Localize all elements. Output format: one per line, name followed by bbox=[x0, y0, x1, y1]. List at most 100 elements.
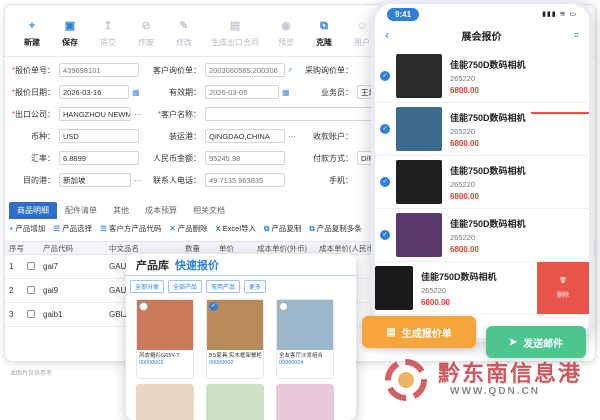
purchase-inquiry-label: 采购询价单： bbox=[305, 65, 353, 75]
scan-icon[interactable]: ⌗ bbox=[574, 30, 579, 41]
contact-phone-input[interactable]: 49 7135 963835 bbox=[205, 173, 285, 187]
save-icon: ▣ bbox=[64, 20, 76, 32]
toolbar-button-6[interactable]: ◉ 预览 bbox=[267, 20, 305, 48]
check-icon[interactable]: ✓ bbox=[380, 124, 390, 134]
caption: 本图片仅供参考 bbox=[10, 371, 53, 377]
row-checkbox[interactable] bbox=[27, 261, 35, 270]
toolbar-button-1[interactable]: ▣ 保存 bbox=[51, 20, 89, 48]
tab-2[interactable]: 其他 bbox=[105, 202, 137, 219]
row-checkbox[interactable] bbox=[27, 309, 35, 318]
signal-icon: ▮▮▮ ≋ ▭ bbox=[542, 11, 577, 18]
send-mail-label: 发送邮件 bbox=[523, 338, 564, 350]
phone-list-item[interactable]: ✓ 佳能750D数码相机 265220 6800.00 bbox=[375, 209, 589, 262]
more-icon[interactable]: ⋯ bbox=[134, 176, 142, 185]
grid-tool-0[interactable]: + 产品增加 bbox=[9, 223, 45, 234]
grid-tool-5[interactable]: ⧉ 产品复制 bbox=[264, 223, 301, 234]
row-select[interactable] bbox=[23, 261, 39, 272]
back-icon[interactable]: ‹ bbox=[385, 28, 389, 42]
rmb-amount-input[interactable]: 95245.98 bbox=[205, 151, 285, 165]
popup-filter-2[interactable]: 常用产品 bbox=[206, 280, 241, 293]
item-code: 265220 bbox=[450, 126, 476, 136]
row-checkbox[interactable] bbox=[27, 285, 35, 294]
generate-quote-button[interactable]: ▤ 生成报价单 bbox=[362, 316, 476, 348]
toolbar-button-0[interactable]: + 新建 bbox=[13, 20, 51, 48]
dest-input[interactable]: 新加坡 bbox=[59, 173, 131, 187]
tab-0[interactable]: 商品明细 bbox=[9, 202, 57, 219]
toolbar-button-7[interactable]: ⧉ 克隆 bbox=[305, 20, 343, 48]
phone-list-item[interactable]: ✓佳能750D数码相机2652206800.00🗑删除 bbox=[375, 262, 589, 315]
tab-1[interactable]: 配件清单 bbox=[57, 202, 105, 219]
carrier-input[interactable]: QINGDAO,CHINA bbox=[205, 129, 285, 143]
grid-tool-3[interactable]: ✕ 产品删除 bbox=[169, 223, 207, 234]
calendar-icon[interactable]: ▦ bbox=[282, 88, 290, 97]
toolbar-button-2[interactable]: ↥ 提交 bbox=[89, 20, 127, 48]
popup-filter-1[interactable]: 全部产品 bbox=[168, 280, 203, 293]
grid-tool-icon: ☰ bbox=[53, 224, 61, 233]
check-icon[interactable]: ✓ bbox=[380, 230, 390, 240]
field-quote-date: *报价日期： 2026-03-16 ▦ bbox=[11, 85, 140, 99]
void-icon: ⊘ bbox=[141, 20, 151, 32]
send-icon: ➤ bbox=[508, 336, 518, 348]
row-select[interactable] bbox=[23, 285, 39, 296]
phone-list-item[interactable]: ✓ 佳能750D数码相机 265220 6800.00 bbox=[375, 156, 589, 209]
check-icon[interactable]: ✓ bbox=[380, 71, 390, 81]
field-account: 收款账户： bbox=[303, 129, 353, 143]
product-card[interactable]: 风衣帽衫G65Y-T 00000003 bbox=[136, 299, 194, 379]
product-library-popup: 产品库 快速报价 全部分类 全部产品 常用产品 更多 风衣帽衫G65Y-T 000000… bbox=[126, 254, 356, 420]
quote-date-input[interactable]: 2026-03-16 bbox=[59, 85, 129, 99]
calendar-icon[interactable]: ▦ bbox=[132, 88, 140, 97]
product-thumb[interactable] bbox=[276, 384, 334, 420]
toolbar-button-4[interactable]: ✎ 修改 bbox=[165, 20, 203, 48]
more-icon[interactable]: ⋯ bbox=[288, 132, 296, 141]
toolbar-label: 保存 bbox=[62, 38, 78, 47]
tab-3[interactable]: 成本预算 bbox=[137, 202, 185, 219]
popup-header: 产品库 快速报价 bbox=[126, 254, 356, 276]
product-code-cell: gai9 bbox=[43, 286, 59, 295]
product-cards: 风衣帽衫G65Y-T 00000003 ✓ BS家具 实木框架餐柜 00000002 全友… bbox=[136, 299, 334, 379]
tab-4[interactable]: 相关文档 bbox=[185, 202, 233, 219]
popup-filter-0[interactable]: 全部分类 bbox=[130, 280, 165, 293]
field-export-co: *出口公司： HANGZHOU NEWM... ⋯ bbox=[11, 107, 142, 121]
select-check-icon[interactable]: ✓ bbox=[209, 302, 218, 311]
grid-tool-4[interactable]: X Excel导入 bbox=[216, 223, 256, 234]
grid-tool-6[interactable]: ⧉ 产品复制多条 bbox=[309, 223, 361, 234]
rate-input[interactable]: 6.8899 bbox=[59, 151, 139, 165]
phone-mockup: 9:41 ▮▮▮ ≋ ▭ ‹ 展会报价 ⌗ ✓ 佳能750D数码相机 265220 6… bbox=[371, 0, 593, 342]
select-check-icon[interactable] bbox=[279, 302, 288, 311]
toolbar-label: 生成出口合同 bbox=[211, 38, 259, 47]
user-icon: ☺ bbox=[356, 20, 368, 32]
toolbar-button-5[interactable]: ▤ 生成出口合同 bbox=[203, 20, 267, 48]
row-number: 2 bbox=[9, 286, 14, 295]
product-card[interactable]: 全友客厅沙发组合 00000004 bbox=[276, 299, 334, 379]
product-code-cell: gai7 bbox=[43, 262, 59, 271]
grid-tool-1[interactable]: ☰ 产品选择 bbox=[53, 223, 92, 234]
cust-inquiry-input[interactable]: 2003060585;200306 bbox=[205, 63, 285, 77]
grid-tool-2[interactable]: ☰ 客户方产品代码 bbox=[100, 223, 161, 234]
select-check-icon[interactable] bbox=[139, 302, 148, 311]
product-thumb[interactable] bbox=[206, 384, 264, 420]
popup-filter-3[interactable]: 更多 bbox=[244, 280, 267, 293]
phone-list-item[interactable]: ✓ 佳能750D数码相机 265220 6800.00 bbox=[375, 103, 589, 156]
row-select[interactable] bbox=[23, 309, 39, 320]
phone-list-item[interactable]: ✓ 佳能750D数码相机 265220 6800.00 bbox=[375, 50, 589, 103]
popup-subtitle: 快速报价 bbox=[175, 259, 219, 272]
currency-select[interactable]: USD bbox=[59, 129, 139, 143]
carrier-label: 装运港： bbox=[169, 131, 201, 141]
check-icon[interactable]: ✓ bbox=[380, 177, 390, 187]
toolbar-label: 用户 bbox=[354, 38, 370, 47]
grid-tool-icon: X bbox=[215, 224, 221, 233]
delete-button[interactable]: 🗑 删除 bbox=[537, 262, 589, 314]
customer-input[interactable] bbox=[205, 107, 391, 121]
export-co-input[interactable]: HANGZHOU NEWM... bbox=[59, 107, 131, 121]
item-name: 佳能750D数码相机 bbox=[450, 165, 526, 176]
more-icon[interactable]: ⋯ bbox=[134, 110, 142, 119]
camera-image bbox=[396, 54, 442, 98]
valid-until-input[interactable]: 2026-03-05 bbox=[205, 85, 279, 99]
product-card[interactable]: ✓ BS家具 实木框架餐柜 00000002 bbox=[206, 299, 264, 379]
cust-inquiry-label: 客户询价单： bbox=[153, 65, 201, 75]
search-icon[interactable]: ⌕ bbox=[288, 65, 292, 75]
toolbar-button-3[interactable]: ⊘ 作废 bbox=[127, 20, 165, 48]
contact-phone-label: 联系人电话： bbox=[153, 175, 201, 185]
quote-no-input[interactable]: 439698101 bbox=[59, 63, 139, 77]
product-thumb[interactable] bbox=[136, 384, 194, 420]
